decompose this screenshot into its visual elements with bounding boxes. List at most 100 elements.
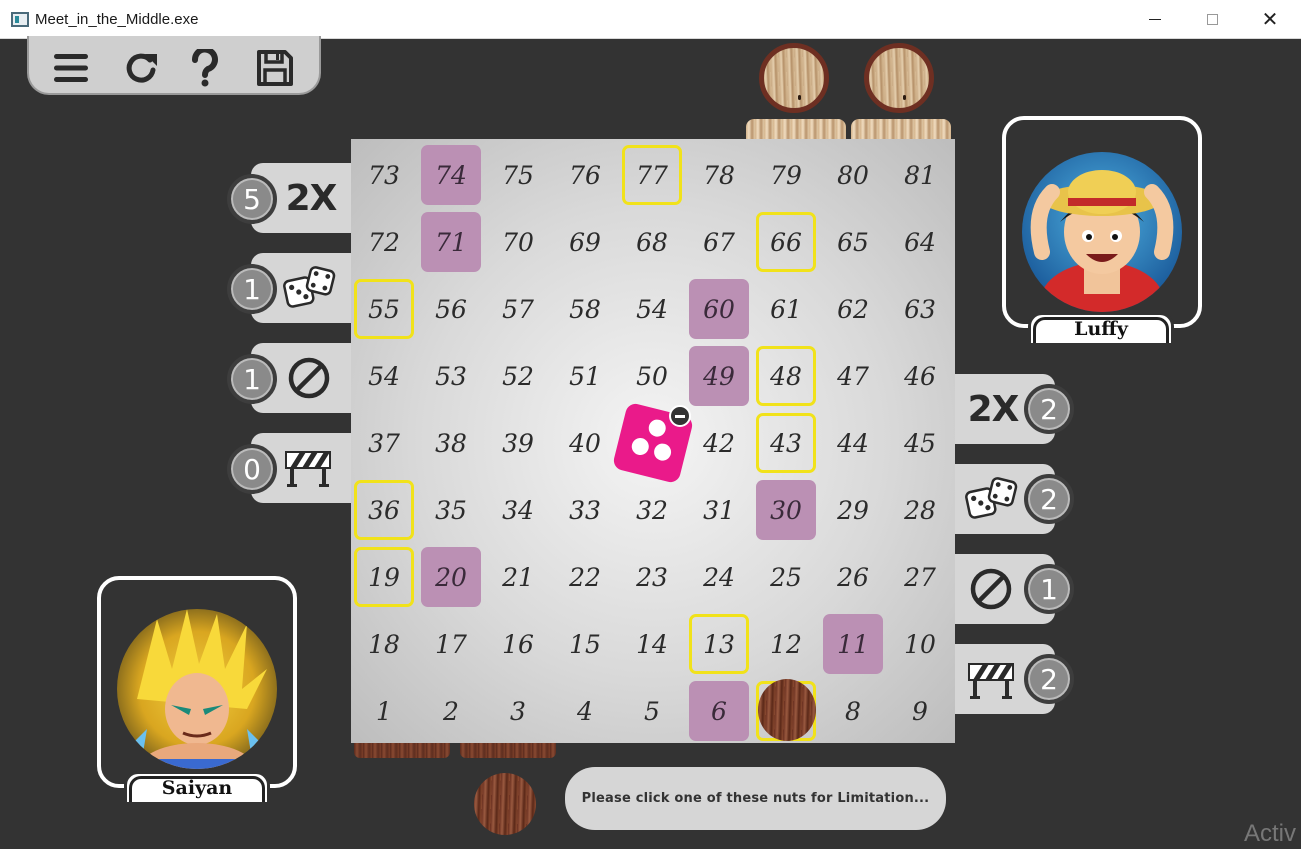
board-cell[interactable]: 45 [890,413,950,473]
board-cell[interactable]: 4 [555,681,615,741]
board-cell[interactable]: 43 [756,413,816,473]
board-cell[interactable]: 72 [354,212,414,272]
board-cell[interactable]: 54 [622,279,682,339]
board-cell[interactable]: 32 [622,480,682,540]
barrier-icon [284,446,332,488]
board-cell[interactable]: 11 [823,614,883,674]
board-cell[interactable]: 19 [354,547,414,607]
cell-number: 22 [569,562,601,592]
cell-number: 60 [703,294,735,324]
board-cell[interactable]: 50 [622,346,682,406]
board-cell[interactable]: 80 [823,145,883,205]
board-cell[interactable]: 52 [488,346,548,406]
cell-number: 78 [703,160,735,190]
board-cell[interactable]: 67 [689,212,749,272]
board-cell[interactable]: 2 [421,681,481,741]
board-cell[interactable]: 15 [555,614,615,674]
board-cell[interactable]: 40 [555,413,615,473]
board-cell[interactable]: 39 [488,413,548,473]
board-cell[interactable]: 34 [488,480,548,540]
board-cell[interactable]: 71 [421,212,481,272]
board-cell[interactable]: 9 [890,681,950,741]
board-cell[interactable]: 64 [890,212,950,272]
board-cell[interactable]: 70 [488,212,548,272]
board-nut[interactable] [758,679,816,741]
window-title: Meet_in_the_Middle.exe [35,11,199,28]
board-cell[interactable]: 74 [421,145,481,205]
board-cell[interactable]: 60 [689,279,749,339]
board-cell[interactable]: 62 [823,279,883,339]
board-cell[interactable]: 48 [756,346,816,406]
board-cell[interactable]: 53 [421,346,481,406]
save-button[interactable] [255,48,295,88]
board-cell[interactable]: 35 [421,480,481,540]
board-cell[interactable]: 61 [756,279,816,339]
board-cell[interactable]: 36 [354,480,414,540]
nut-top-1[interactable] [759,43,829,113]
board-cell[interactable]: 22 [555,547,615,607]
cell-number: 65 [837,227,869,257]
board-cell[interactable]: 18 [354,614,414,674]
board-cell[interactable]: 21 [488,547,548,607]
restart-button[interactable] [121,48,161,88]
board-cell[interactable]: 56 [421,279,481,339]
board-cell[interactable]: 17 [421,614,481,674]
block-icon [287,356,331,400]
board-cell[interactable]: 51 [555,346,615,406]
board-cell[interactable]: 25 [756,547,816,607]
board-cell[interactable]: 20 [421,547,481,607]
board-cell[interactable]: 54 [354,346,414,406]
board-cell[interactable]: 58 [555,279,615,339]
board-cell[interactable]: 3 [488,681,548,741]
board-cell[interactable]: 81 [890,145,950,205]
board-cell[interactable]: 77 [622,145,682,205]
board-cell[interactable]: 6 [689,681,749,741]
board-cell[interactable]: 5 [622,681,682,741]
board-cell[interactable]: 73 [354,145,414,205]
close-button[interactable]: ✕ [1249,4,1291,34]
board-cell[interactable]: 14 [622,614,682,674]
board-cell[interactable]: 42 [689,413,749,473]
help-button[interactable] [185,48,225,88]
board-cell[interactable]: 16 [488,614,548,674]
board-cell[interactable]: 69 [555,212,615,272]
board-cell[interactable]: 44 [823,413,883,473]
board-cell[interactable]: 63 [890,279,950,339]
board-cell[interactable]: 24 [689,547,749,607]
board-cell[interactable]: 1 [354,681,414,741]
board-cell[interactable] [756,679,816,741]
board-cell[interactable]: 55 [354,279,414,339]
board-cell[interactable]: 76 [555,145,615,205]
board-cell[interactable]: 37 [354,413,414,473]
board-cell[interactable]: 12 [756,614,816,674]
board-cell[interactable]: 46 [890,346,950,406]
maximize-button[interactable] [1191,4,1233,34]
board-cell[interactable]: 29 [823,480,883,540]
board-cell[interactable]: 65 [823,212,883,272]
cell-number: 39 [502,428,534,458]
board-cell[interactable]: 57 [488,279,548,339]
nut-bottom[interactable] [474,773,536,835]
board-cell[interactable]: 66 [756,212,816,272]
board-cell[interactable]: 47 [823,346,883,406]
board-cell[interactable]: 28 [890,480,950,540]
board-cell[interactable]: 30 [756,480,816,540]
board-cell[interactable]: 10 [890,614,950,674]
board-cell[interactable]: 68 [622,212,682,272]
board-cell[interactable]: 33 [555,480,615,540]
cell-number: 52 [502,361,534,391]
board-cell[interactable]: 31 [689,480,749,540]
board-cell[interactable]: 27 [890,547,950,607]
nut-top-2[interactable] [864,43,934,113]
board-cell[interactable]: 49 [689,346,749,406]
board-cell[interactable]: 13 [689,614,749,674]
board-cell[interactable]: 78 [689,145,749,205]
minimize-button[interactable] [1134,4,1176,34]
board-cell[interactable]: 23 [622,547,682,607]
board-cell[interactable]: 75 [488,145,548,205]
board-cell[interactable]: 26 [823,547,883,607]
board-cell[interactable]: 79 [756,145,816,205]
board-cell[interactable]: 38 [421,413,481,473]
board-cell[interactable]: 8 [823,681,883,741]
menu-button[interactable] [51,48,91,88]
